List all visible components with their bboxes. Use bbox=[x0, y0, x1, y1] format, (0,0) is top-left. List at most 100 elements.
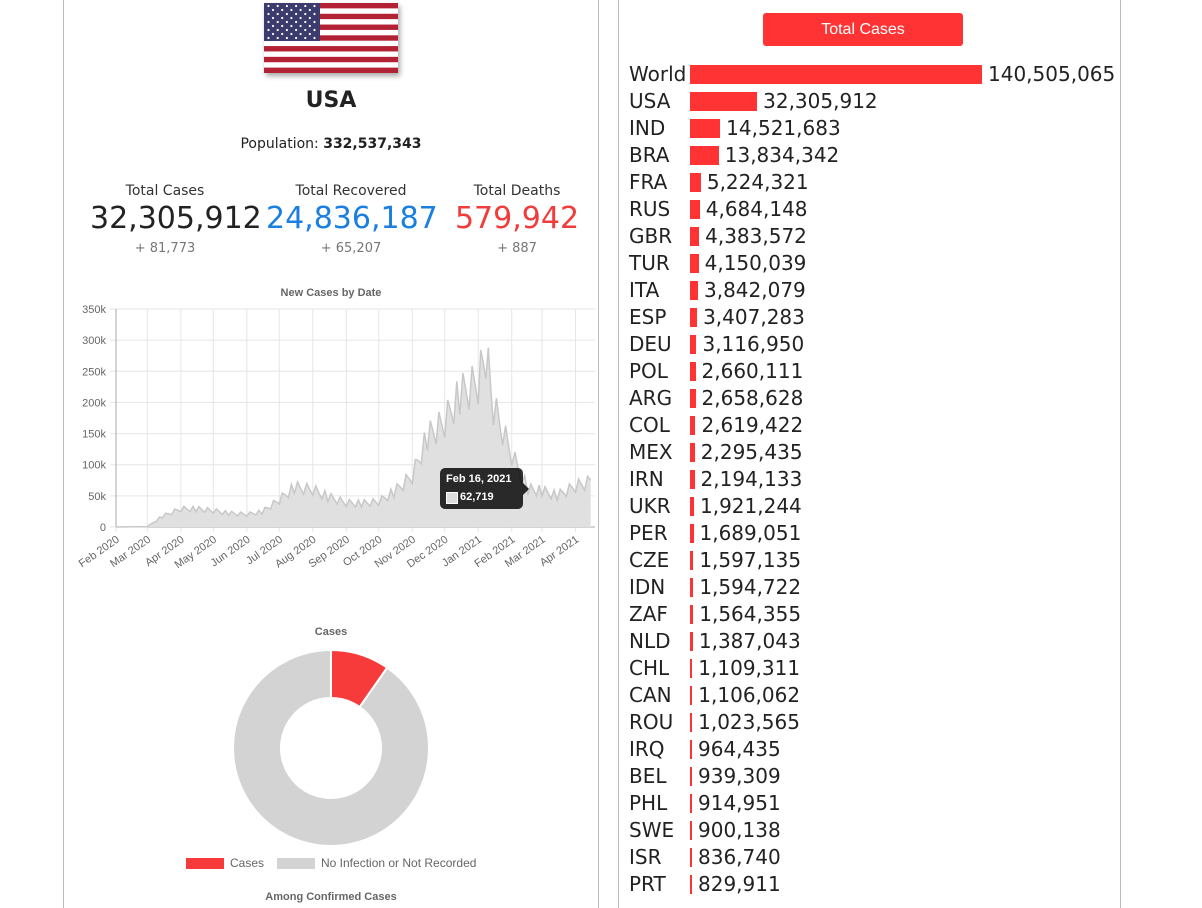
population-value: 332,537,343 bbox=[323, 136, 421, 152]
ranking-bar bbox=[690, 740, 692, 759]
tooltip-date: Feb 16, 2021 bbox=[446, 473, 511, 485]
ranking-value: 900,138 bbox=[698, 817, 781, 844]
chart-tooltip: Feb 16, 2021 62,719 bbox=[440, 468, 523, 509]
ranking-value: 2,619,422 bbox=[701, 412, 803, 439]
country-code: FRA bbox=[629, 169, 667, 196]
ranking-value: 1,689,051 bbox=[700, 520, 802, 547]
country-code: DEU bbox=[629, 331, 672, 358]
donut-chart-title: Cases bbox=[64, 626, 598, 638]
population: Population: 332,537,343 bbox=[64, 136, 598, 152]
legend-swatch bbox=[277, 858, 315, 869]
y-tick-label: 350k bbox=[82, 304, 106, 316]
legend-label: No Infection or Not Recorded bbox=[321, 856, 476, 870]
total-cases-button[interactable]: Total Cases bbox=[763, 13, 963, 46]
usa-flag-icon bbox=[264, 3, 398, 73]
ranking-value: 964,435 bbox=[698, 736, 781, 763]
ranking-value: 836,740 bbox=[698, 844, 781, 871]
ranking-bar bbox=[690, 551, 693, 570]
ranking-value: 2,658,628 bbox=[702, 385, 804, 412]
ranking-value: 2,660,111 bbox=[702, 358, 804, 385]
y-tick-label: 100k bbox=[82, 460, 106, 472]
ranking-value: 1,597,135 bbox=[699, 547, 801, 574]
country-panel: USA Population: 332,537,343 Total Cases … bbox=[63, 0, 599, 908]
country-code: IRN bbox=[629, 466, 664, 493]
y-tick-label: 200k bbox=[82, 397, 106, 409]
ranking-value: 2,194,133 bbox=[701, 466, 803, 493]
tooltip-swatch bbox=[446, 492, 458, 504]
country-code: COL bbox=[629, 412, 670, 439]
ranking-value: 1,023,565 bbox=[698, 709, 800, 736]
country-code: ZAF bbox=[629, 601, 668, 628]
ranking-value: 939,309 bbox=[698, 763, 781, 790]
legend-item-cases[interactable]: Cases bbox=[186, 856, 264, 870]
ranking-value: 3,842,079 bbox=[704, 277, 806, 304]
ranking-value: 1,106,062 bbox=[698, 682, 800, 709]
tooltip-caret bbox=[523, 483, 529, 495]
country-code: IND bbox=[629, 115, 665, 142]
country-code: POL bbox=[629, 358, 668, 385]
ranking-value: 3,407,283 bbox=[703, 304, 805, 331]
ranking-bar bbox=[690, 686, 692, 705]
ranking-value: 1,564,355 bbox=[699, 601, 801, 628]
legend-swatch bbox=[186, 858, 224, 869]
stat-delta: + 65,207 bbox=[266, 241, 436, 256]
ranking-bar bbox=[690, 227, 699, 246]
ranking-bar bbox=[690, 497, 694, 516]
country-code: IRQ bbox=[629, 736, 665, 763]
population-label: Population: bbox=[240, 136, 318, 152]
ranking-bar bbox=[690, 524, 694, 543]
legend-item-no-infection[interactable]: No Infection or Not Recorded bbox=[277, 856, 476, 870]
stat-delta: + 887 bbox=[452, 241, 582, 256]
ranking-bar bbox=[690, 146, 719, 165]
tooltip-value: 62,719 bbox=[460, 491, 494, 503]
country-code: CAN bbox=[629, 682, 672, 709]
y-tick-label: 150k bbox=[82, 429, 106, 441]
country-code: SWE bbox=[629, 817, 674, 844]
stat-delta: + 81,773 bbox=[90, 241, 240, 256]
country-code: ISR bbox=[629, 844, 662, 871]
ranking-bar bbox=[690, 659, 692, 678]
ranking-value: 3,116,950 bbox=[702, 331, 804, 358]
ranking-value: 1,921,244 bbox=[700, 493, 802, 520]
cases-donut-chart[interactable] bbox=[231, 648, 431, 848]
ranking-value: 1,109,311 bbox=[698, 655, 800, 682]
ranking-value: 4,684,148 bbox=[706, 196, 808, 223]
country-code: GBR bbox=[629, 223, 672, 250]
ranking-bar bbox=[690, 173, 701, 192]
ranking-bar bbox=[690, 443, 695, 462]
ranking-bar bbox=[690, 389, 696, 408]
country-code: World bbox=[629, 61, 686, 88]
ranking-bar bbox=[690, 470, 695, 489]
stat-label: Total Deaths bbox=[452, 183, 582, 199]
ranking-bar bbox=[690, 632, 693, 651]
ranking-bar bbox=[690, 362, 696, 381]
ranking-bar bbox=[690, 254, 699, 273]
new-cases-chart[interactable]: 350k300k250k200k150k100k50k0Feb 2020Mar … bbox=[64, 298, 598, 588]
ranking-bar bbox=[690, 281, 698, 300]
ranking-bar bbox=[690, 200, 700, 219]
ranking-value: 1,594,722 bbox=[699, 574, 801, 601]
country-code: CHL bbox=[629, 655, 669, 682]
ranking-bar bbox=[690, 713, 692, 732]
country-code: PER bbox=[629, 520, 668, 547]
ranking-bar bbox=[690, 848, 692, 867]
y-tick-label: 50k bbox=[88, 491, 106, 503]
country-name: USA bbox=[64, 88, 598, 113]
country-code: ITA bbox=[629, 277, 659, 304]
ranking-bar bbox=[690, 119, 720, 138]
ranking-value: 1,387,043 bbox=[699, 628, 801, 655]
ranking-value: 2,295,435 bbox=[701, 439, 803, 466]
ranking-bar bbox=[690, 92, 757, 111]
stat-value: 579,942 bbox=[452, 201, 582, 237]
y-tick-label: 0 bbox=[100, 522, 106, 534]
stat-total-deaths: Total Deaths 579,942 + 887 bbox=[452, 183, 582, 256]
country-code: BRA bbox=[629, 142, 670, 169]
country-code: UKR bbox=[629, 493, 671, 520]
ranking-bar bbox=[690, 335, 696, 354]
legend-label: Cases bbox=[230, 856, 264, 870]
ranking-value: 4,150,039 bbox=[705, 250, 807, 277]
y-tick-label: 300k bbox=[82, 335, 106, 347]
country-code: PRT bbox=[629, 871, 666, 898]
donut-slice-no-infection[interactable] bbox=[233, 650, 429, 846]
ranking-bar bbox=[690, 875, 692, 894]
